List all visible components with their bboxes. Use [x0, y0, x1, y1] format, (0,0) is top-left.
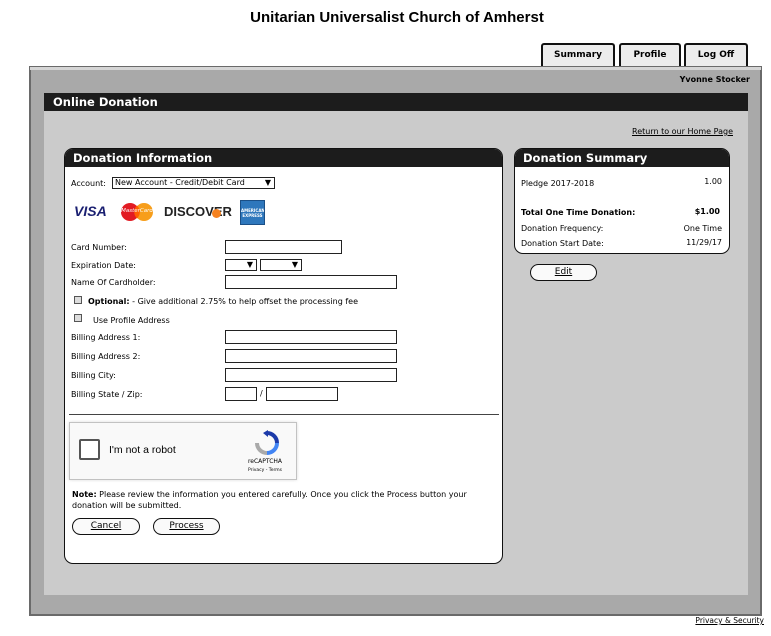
tab-summary[interactable]: Summary [541, 43, 615, 68]
tab-profile[interactable]: Profile [619, 43, 681, 68]
mastercard-logo: MasterCard [117, 202, 157, 222]
billing-address-1-input[interactable] [225, 330, 397, 344]
mastercard-text: MasterCard [121, 208, 153, 214]
note-bold: Note: [72, 490, 97, 499]
optional-text: - Give additional 2.75% to help offset t… [129, 297, 359, 306]
page-title: Online Donation [44, 93, 748, 111]
donation-summary-title: Donation Summary [515, 149, 729, 167]
billing-zip-input[interactable] [266, 387, 338, 401]
frequency-label: Donation Frequency: [521, 224, 604, 233]
discover-text: DISCOVER [164, 204, 232, 219]
optional-bold: Optional: [88, 297, 130, 306]
billing-city-input[interactable] [225, 368, 397, 382]
use-profile-address-checkbox[interactable] [74, 314, 82, 322]
section-divider [69, 414, 499, 415]
card-number-input[interactable] [225, 240, 342, 254]
site-title: Unitarian Universalist Church of Amherst [250, 9, 544, 26]
recaptcha-brand: reCAPTCHA [247, 458, 283, 465]
expiration-year-select[interactable]: ▼ [260, 259, 302, 271]
discover-logo: DISCOVER [164, 204, 232, 219]
chevron-down-icon: ▼ [246, 260, 253, 269]
zip-separator: / [260, 389, 263, 398]
billing-address-1-label: Billing Address 1: [71, 333, 141, 342]
note-text: Please review the information you entere… [72, 490, 467, 510]
account-label: Account: [71, 179, 106, 188]
account-select[interactable]: New Account - Credit/Debit Card ▼ [112, 177, 275, 189]
privacy-security-link[interactable]: Privacy & Security [660, 616, 764, 625]
use-profile-address-label: Use Profile Address [93, 316, 170, 325]
total-value: $1.00 [694, 207, 720, 216]
card-number-label: Card Number: [71, 243, 127, 252]
pledge-value: 1.00 [704, 177, 722, 186]
tab-log-off[interactable]: Log Off [684, 43, 748, 68]
home-page-link[interactable]: Return to our Home Page [590, 127, 733, 136]
process-button[interactable]: Process [153, 518, 220, 535]
start-date-label: Donation Start Date: [521, 239, 604, 248]
billing-state-input[interactable] [225, 387, 257, 401]
expiration-month-select[interactable]: ▼ [225, 259, 257, 271]
user-name: Yvonne Stocker [679, 75, 750, 84]
total-label: Total One Time Donation: [521, 208, 636, 217]
recaptcha-checkbox[interactable] [79, 439, 100, 460]
chevron-down-icon: ▼ [291, 260, 298, 269]
recaptcha-icon [254, 430, 280, 456]
amex-logo: AMERICAN EXPRESS [240, 200, 265, 225]
billing-state-zip-label: Billing State / Zip: [71, 390, 143, 399]
billing-city-label: Billing City: [71, 371, 116, 380]
review-note: Note: Please review the information you … [72, 489, 494, 511]
processing-fee-checkbox[interactable] [74, 296, 82, 304]
visa-logo: VISA [74, 203, 107, 219]
billing-address-2-label: Billing Address 2: [71, 352, 141, 361]
pledge-label: Pledge 2017-2018 [521, 179, 595, 188]
chevron-down-icon: ▼ [264, 178, 271, 187]
amex-text: AMERICAN EXPRESS [241, 208, 265, 218]
recaptcha-label: I'm not a robot [109, 444, 176, 456]
cardholder-input[interactable] [225, 275, 397, 289]
donation-info-title: Donation Information [65, 149, 502, 167]
recaptcha-links[interactable]: Privacy - Terms [236, 468, 294, 473]
account-selected-value: New Account - Credit/Debit Card [115, 178, 245, 187]
discover-dot-icon [212, 209, 221, 218]
billing-address-2-input[interactable] [225, 349, 397, 363]
edit-button[interactable]: Edit [530, 264, 597, 281]
frequency-value: One Time [683, 224, 722, 233]
expiration-label: Expiration Date: [71, 261, 136, 270]
frame-highlight [30, 67, 761, 70]
start-date-value: 11/29/17 [686, 238, 722, 247]
cancel-button[interactable]: Cancel [72, 518, 140, 535]
processing-fee-label: Optional: - Give additional 2.75% to hel… [88, 297, 358, 306]
cardholder-label: Name Of Cardholder: [71, 278, 156, 287]
